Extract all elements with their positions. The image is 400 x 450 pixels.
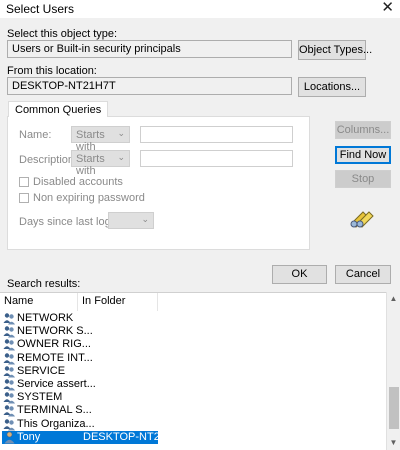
name-mode-select[interactable]: Starts with ⌄ — [71, 126, 130, 153]
object-type-field: Users or Built-in security principals — [7, 40, 292, 58]
table-row[interactable]: This Organiza... — [2, 418, 158, 431]
search-results-list[interactable]: Name In Folder NETWORK NETWORK S... OWNER … — [0, 292, 400, 450]
chevron-down-icon: ⌄ — [117, 152, 125, 162]
non-expiring-checkbox[interactable] — [19, 193, 29, 203]
row-name: This Organiza... — [17, 417, 95, 430]
table-row[interactable]: Tony DESKTOP-NT2... — [2, 430, 169, 444]
disabled-accounts-label: Disabled accounts — [33, 176, 123, 188]
row-name: Service assert... — [17, 378, 96, 390]
days-since-logon-select[interactable]: ⌄ — [108, 212, 154, 229]
chevron-down-icon: ⌄ — [117, 128, 125, 138]
scroll-thumb[interactable] — [389, 387, 399, 429]
scroll-up-icon[interactable]: ▲ — [387, 292, 400, 306]
table-row[interactable]: SERVICE — [2, 365, 158, 378]
find-now-button[interactable]: Find Now — [335, 146, 391, 164]
location-label: From this location: — [7, 65, 97, 77]
non-expiring-label: Non expiring password — [33, 192, 145, 204]
row-name: Tony — [17, 430, 41, 443]
ok-button[interactable]: OK — [272, 265, 327, 284]
name-input[interactable] — [140, 126, 293, 143]
window-title: Select Users — [6, 2, 75, 16]
table-row[interactable]: Service assert... — [2, 378, 158, 391]
table-row[interactable]: SYSTEM — [2, 391, 158, 404]
row-name: REMOTE INT... — [17, 351, 93, 364]
description-label: Description: — [19, 154, 78, 166]
row-folder: DESKTOP-NT2... — [83, 430, 169, 443]
results-scrollbar[interactable]: ▲ ▼ — [386, 292, 400, 450]
columns-button[interactable]: Columns... — [335, 121, 391, 139]
table-row[interactable]: REMOTE INT... — [2, 352, 158, 365]
row-name: SYSTEM — [17, 391, 63, 404]
close-icon[interactable]: ✕ — [381, 0, 394, 16]
stop-button[interactable]: Stop — [335, 170, 391, 188]
cancel-button[interactable]: Cancel — [335, 265, 391, 284]
description-mode-select[interactable]: Starts with ⌄ — [71, 150, 130, 177]
disabled-accounts-checkbox[interactable] — [19, 177, 29, 187]
table-row[interactable]: NETWORK — [2, 312, 158, 325]
row-name: OWNER RIG... — [17, 338, 91, 351]
table-row[interactable]: NETWORK S... — [2, 325, 158, 338]
tab-common-queries[interactable]: Common Queries — [8, 101, 109, 117]
locations-button[interactable]: Locations... — [298, 77, 366, 97]
user-icon — [3, 431, 16, 444]
column-header-in-folder[interactable]: In Folder — [78, 293, 158, 311]
location-field: DESKTOP-NT21H7T — [7, 77, 292, 95]
user-group-icon — [3, 352, 16, 365]
user-group-icon — [3, 338, 16, 351]
chevron-down-icon: ⌄ — [141, 214, 149, 224]
user-group-icon — [3, 325, 16, 338]
user-group-icon — [3, 391, 16, 404]
row-name: TERMINAL S... — [17, 404, 92, 417]
name-label: Name: — [19, 129, 52, 141]
user-group-icon — [3, 378, 16, 391]
scroll-down-icon[interactable]: ▼ — [387, 436, 400, 450]
description-input[interactable] — [140, 150, 293, 167]
user-group-icon — [3, 404, 16, 417]
row-name: NETWORK S... — [17, 325, 93, 338]
user-group-icon — [3, 365, 16, 378]
table-row[interactable]: OWNER RIG... — [2, 338, 158, 351]
row-name: SERVICE — [17, 364, 66, 377]
object-types-button[interactable]: Object Types... — [298, 40, 372, 60]
search-results-label: Search results: — [7, 278, 81, 290]
object-type-label: Select this object type: — [7, 28, 118, 40]
user-group-icon — [3, 312, 16, 325]
column-header-name[interactable]: Name — [0, 293, 78, 311]
table-row[interactable]: TERMINAL S... — [2, 404, 158, 417]
user-group-icon — [3, 418, 16, 431]
binoculars-icon — [350, 211, 374, 228]
row-name: NETWORK — [17, 312, 74, 324]
